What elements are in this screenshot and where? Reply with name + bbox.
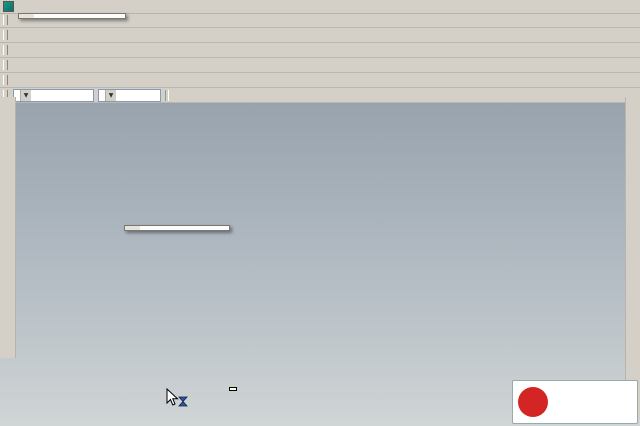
watermark-badge [512,380,638,424]
hourglass-icon [179,397,187,406]
toolbar-grip[interactable] [3,45,8,55]
toolbar-separator [165,90,169,101]
toolbar-row-surface-boolean [0,43,640,58]
chevron-down-icon: ▼ [20,90,31,101]
selection-scope-combo[interactable]: ▼ [98,89,161,102]
selection-bar: ▼ ▼ [0,88,640,103]
toolbar-grip[interactable] [3,15,8,25]
busy-cursor [166,388,190,410]
toolbar-row-mold-wizard [0,73,640,88]
left-toolbar [0,97,16,358]
right-view-toolbar [625,97,640,418]
chevron-down-icon: ▼ [105,90,116,101]
selection-filter-combo[interactable]: ▼ [13,89,94,102]
toolbar-row-sketch-feature [0,28,640,43]
app-icon [3,1,14,12]
toolbar-dock: ▼ ▼ [0,13,640,103]
toolbar-grip[interactable] [3,30,8,40]
toolbar-grip[interactable] [3,75,8,85]
absolute-csys-triad [5,387,28,410]
watermark-logo [518,387,548,417]
menu-bar [0,0,640,14]
curve-submenu [124,225,230,231]
tooltip [229,387,237,391]
toolbar-row-utility [0,58,640,73]
edit-menu-dropdown [18,13,126,19]
wcs-triad [354,196,384,222]
toolbar-grip[interactable] [3,60,8,70]
